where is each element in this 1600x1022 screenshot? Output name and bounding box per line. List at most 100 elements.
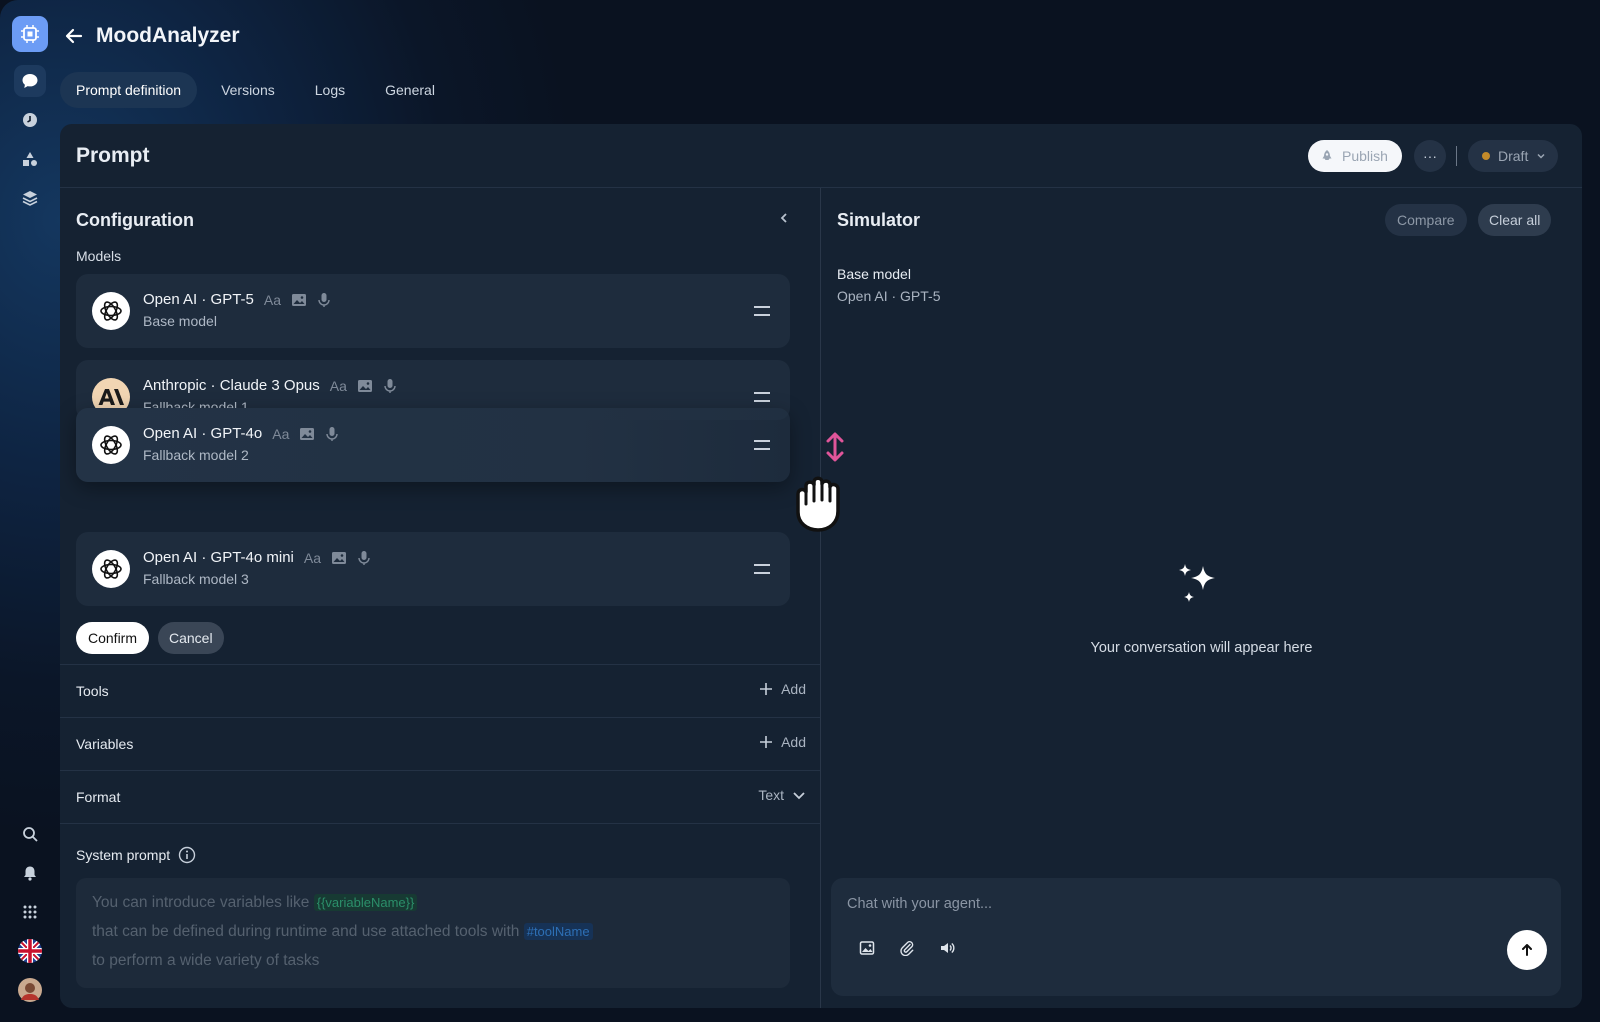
tab-prompt-definition[interactable]: Prompt definition xyxy=(60,72,198,108)
drag-vertical-arrow-icon xyxy=(826,432,844,462)
tab-versions[interactable]: Versions xyxy=(205,72,291,108)
text-capability-icon: Aa xyxy=(272,425,290,442)
model-card-fallback-2-dragging[interactable]: Open AI · GPT-4o Aa Fallback model 2 xyxy=(76,408,790,482)
chat-input[interactable]: Chat with your agent... xyxy=(847,896,992,912)
header-divider xyxy=(1456,146,1457,166)
app-logo-icon[interactable] xyxy=(12,16,48,52)
text-capability-icon: Aa xyxy=(329,377,347,394)
model-card-fallback-3[interactable]: Open AI · GPT-4o mini Aa Fallback model … xyxy=(76,532,790,606)
model-name: Anthropic · Claude 3 Opus Aa xyxy=(143,377,397,394)
chat-toolbar xyxy=(857,938,957,958)
more-options-button[interactable]: ··· xyxy=(1414,140,1446,172)
base-model-label: Base model xyxy=(837,266,911,282)
tool-chip: #toolName xyxy=(523,923,593,940)
speaker-icon[interactable] xyxy=(937,938,957,958)
add-tool-button[interactable]: Add xyxy=(759,681,806,697)
image-capability-icon xyxy=(331,550,347,566)
configuration-title: Configuration xyxy=(76,210,194,230)
chat-icon[interactable] xyxy=(14,65,46,97)
info-icon[interactable] xyxy=(178,846,196,864)
variable-chip: {{variableName}} xyxy=(313,894,418,911)
shapes-icon[interactable] xyxy=(14,143,46,175)
format-select[interactable]: Text xyxy=(758,787,806,803)
top-bar: MoodAnalyzer xyxy=(60,14,240,58)
collapse-chevron-icon[interactable] xyxy=(774,208,794,228)
layers-icon[interactable] xyxy=(14,182,46,214)
drag-handle-icon[interactable] xyxy=(754,564,770,574)
send-button[interactable] xyxy=(1507,930,1547,970)
plus-icon xyxy=(760,736,773,748)
simulator-panel: Simulator Compare Clear all Base model O… xyxy=(821,188,1582,1008)
tab-bar: Prompt definition Versions Logs General xyxy=(60,72,451,108)
openai-icon xyxy=(92,550,130,588)
rocket-icon xyxy=(1322,150,1332,160)
model-name: Open AI · GPT-4o Aa xyxy=(143,425,339,442)
bell-icon[interactable] xyxy=(14,857,46,889)
model-card-base[interactable]: Open AI · GPT-5 Aa Base model xyxy=(76,274,790,348)
text-capability-icon: Aa xyxy=(303,549,322,566)
audio-capability-icon xyxy=(383,378,397,394)
sparkles-icon xyxy=(1173,558,1225,610)
audio-capability-icon xyxy=(317,292,331,308)
panel-header: Prompt Publish ··· Draft xyxy=(60,124,1582,188)
publish-button[interactable]: Publish xyxy=(1308,140,1402,172)
status-dot-icon xyxy=(1482,152,1490,160)
audio-capability-icon xyxy=(325,426,339,442)
apps-grid-icon[interactable] xyxy=(14,896,46,928)
format-row: Format Text xyxy=(60,770,820,823)
base-model-value: Open AI · GPT-5 xyxy=(837,288,941,304)
add-variable-button[interactable]: Add xyxy=(759,734,806,750)
models-label: Models xyxy=(76,248,122,264)
nav-rail xyxy=(0,0,60,1022)
back-arrow-icon[interactable] xyxy=(60,22,88,50)
drag-handle-icon[interactable] xyxy=(754,440,770,450)
tab-general[interactable]: General xyxy=(369,72,451,108)
chat-composer: Chat with your agent... xyxy=(831,878,1561,996)
image-capability-icon xyxy=(357,378,373,394)
tools-label: Tools xyxy=(76,683,109,699)
plus-icon xyxy=(760,683,773,695)
grab-cursor-icon xyxy=(790,430,870,540)
clear-all-button[interactable]: Clear all xyxy=(1478,204,1552,236)
model-role: Base model xyxy=(143,313,217,329)
model-role: Fallback model 3 xyxy=(143,571,249,587)
image-attach-icon[interactable] xyxy=(857,938,877,958)
user-avatar[interactable] xyxy=(14,974,46,1006)
prompt-panel: Prompt Publish ··· Draft Configuration M… xyxy=(60,124,1582,1008)
clock-icon[interactable] xyxy=(14,104,46,136)
status-dropdown[interactable]: Draft xyxy=(1468,140,1559,172)
empty-state-text: Your conversation will appear here xyxy=(1090,640,1313,656)
tools-row: Tools Add xyxy=(60,664,820,717)
cancel-button[interactable]: Cancel xyxy=(158,622,224,654)
page-title: Prompt xyxy=(76,144,150,167)
model-role: Fallback model 2 xyxy=(143,447,249,463)
text-capability-icon: Aa xyxy=(263,291,282,308)
model-name: Open AI · GPT-5 Aa xyxy=(143,291,331,308)
openai-icon xyxy=(92,292,130,330)
openai-icon xyxy=(92,426,130,464)
configuration-panel: Configuration Models Open AI · GPT-5 Aa … xyxy=(60,188,820,1008)
chevron-down-icon xyxy=(793,792,805,800)
drag-handle-icon[interactable] xyxy=(754,306,770,316)
uk-flag-icon[interactable] xyxy=(14,935,46,967)
audio-capability-icon xyxy=(357,550,371,566)
row-divider xyxy=(60,823,820,824)
tab-logs[interactable]: Logs xyxy=(299,72,361,108)
variables-row: Variables Add xyxy=(60,717,820,770)
system-prompt-input[interactable]: You can introduce variables like {{varia… xyxy=(76,878,790,988)
status-label: Draft xyxy=(1498,148,1529,164)
image-capability-icon xyxy=(291,292,307,308)
image-capability-icon xyxy=(299,426,315,442)
drag-handle-icon[interactable] xyxy=(754,392,770,402)
search-icon[interactable] xyxy=(14,818,46,850)
app-title: MoodAnalyzer xyxy=(96,24,240,47)
model-name: Open AI · GPT-4o mini Aa xyxy=(143,549,371,566)
simulator-title: Simulator xyxy=(837,210,921,230)
arrow-up-icon xyxy=(1522,944,1532,956)
paperclip-icon[interactable] xyxy=(897,938,917,958)
system-prompt-label: System prompt xyxy=(76,846,196,864)
compare-button[interactable]: Compare xyxy=(1385,204,1467,236)
app-window: MoodAnalyzer Prompt definition Versions … xyxy=(0,0,1600,1022)
confirm-button[interactable]: Confirm xyxy=(76,622,150,654)
chevron-down-icon xyxy=(1537,153,1545,159)
